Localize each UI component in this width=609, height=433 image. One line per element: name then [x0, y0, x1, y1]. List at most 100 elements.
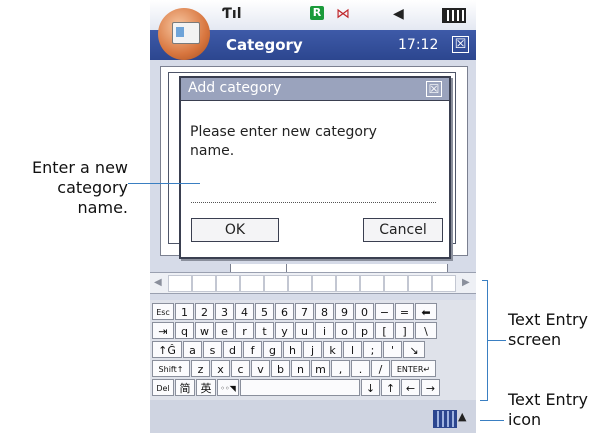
key[interactable]: −	[375, 303, 394, 320]
key[interactable]: u	[295, 322, 314, 339]
category-name-input[interactable]	[191, 202, 436, 203]
key[interactable]: 6	[275, 303, 294, 320]
key[interactable]: ◦◦◥	[217, 379, 239, 396]
text-entry-icon[interactable]	[433, 410, 457, 428]
leader-line	[488, 340, 506, 341]
candidate-cell[interactable]	[240, 275, 264, 292]
candidate-cell[interactable]	[360, 275, 384, 292]
key[interactable]: m	[311, 360, 330, 377]
annotation-text-entry-screen: Text Entry screen	[508, 310, 588, 350]
key[interactable]: 5	[255, 303, 274, 320]
key[interactable]: \	[415, 322, 437, 339]
key[interactable]: 3	[215, 303, 234, 320]
key[interactable]: b	[271, 360, 290, 377]
key[interactable]: ;	[363, 341, 382, 358]
dialog-title: Add category	[188, 80, 282, 96]
key[interactable]: 4	[235, 303, 254, 320]
key[interactable]: q	[175, 322, 194, 339]
candidate-cell[interactable]	[336, 275, 360, 292]
candidate-strip[interactable]: ◀ ▶	[150, 272, 476, 294]
key[interactable]: 2	[195, 303, 214, 320]
leader-line	[128, 183, 200, 184]
key[interactable]: p	[355, 322, 374, 339]
key[interactable]: →	[421, 379, 440, 396]
candidate-cell[interactable]	[408, 275, 432, 292]
key[interactable]: h	[283, 341, 302, 358]
key[interactable]: /	[371, 360, 390, 377]
key[interactable]: w	[195, 322, 214, 339]
key[interactable]: '	[383, 341, 402, 358]
key[interactable]: Esc	[152, 303, 174, 320]
annotation-line: screen	[508, 330, 562, 349]
bottom-bar	[150, 400, 476, 433]
key[interactable]: i	[315, 322, 334, 339]
key[interactable]: e	[215, 322, 234, 339]
annotation-line: name.	[77, 198, 128, 217]
key[interactable]: ↑Ĝ	[152, 341, 182, 358]
candidate-cell[interactable]	[312, 275, 336, 292]
ok-button[interactable]: OK	[191, 218, 279, 242]
key[interactable]: ⇥	[152, 322, 174, 339]
key[interactable]: x	[211, 360, 230, 377]
key[interactable]: ENTER↵	[391, 360, 436, 377]
key[interactable]: 1	[175, 303, 194, 320]
key[interactable]: ]	[395, 322, 414, 339]
candidate-cell[interactable]	[168, 275, 192, 292]
key[interactable]: ←	[401, 379, 420, 396]
key[interactable]: 简	[175, 379, 195, 396]
key[interactable]: l	[343, 341, 362, 358]
text-entry-keyboard: Esc 1 2 3 4 5 6 7 8 9 0− = ⬅ ⇥ q w e r t y u i o p[] \ ↑Ĝ a s d f g h j k…	[150, 300, 476, 400]
candidate-cell[interactable]	[216, 275, 240, 292]
annotation-line: icon	[508, 410, 542, 429]
key[interactable]: 8	[315, 303, 334, 320]
dialog-close-button[interactable]: ☒	[426, 81, 442, 97]
key[interactable]: Del	[152, 379, 174, 396]
key[interactable]: ↑	[381, 379, 400, 396]
battery-icon	[442, 8, 466, 23]
key[interactable]: d	[223, 341, 242, 358]
key[interactable]: c	[231, 360, 250, 377]
key[interactable]: t	[255, 322, 274, 339]
scroll-left-icon[interactable]: ◀	[154, 277, 162, 288]
key[interactable]: n	[291, 360, 310, 377]
key[interactable]: ⬅	[415, 303, 437, 320]
key[interactable]: 9	[335, 303, 354, 320]
candidate-cell[interactable]	[432, 275, 456, 292]
key[interactable]: ↓	[361, 379, 380, 396]
volume-icon[interactable]: ◀	[393, 6, 404, 22]
key[interactable]: =	[395, 303, 414, 320]
annotation-line: Enter a new	[32, 158, 128, 177]
candidate-cell[interactable]	[192, 275, 216, 292]
keyboard-row: ⇥ q w e r t y u i o p[] \	[152, 321, 438, 340]
key[interactable]: .	[351, 360, 370, 377]
key[interactable]: k	[323, 341, 342, 358]
key[interactable]: s	[203, 341, 222, 358]
key[interactable]: f	[243, 341, 262, 358]
cancel-button[interactable]: Cancel	[363, 218, 443, 242]
scroll-right-icon[interactable]: ▶	[462, 277, 470, 288]
key[interactable]: g	[263, 341, 282, 358]
key[interactable]: o	[335, 322, 354, 339]
key[interactable]: a	[183, 341, 202, 358]
key[interactable]: r	[235, 322, 254, 339]
key[interactable]: 0	[355, 303, 374, 320]
key[interactable]: y	[275, 322, 294, 339]
key[interactable]: 英	[196, 379, 216, 396]
candidate-cell[interactable]	[288, 275, 312, 292]
close-app-button[interactable]: ☒	[452, 36, 469, 53]
candidate-cell[interactable]	[264, 275, 288, 292]
key[interactable]: z	[191, 360, 210, 377]
annotation-line: category	[57, 178, 128, 197]
key[interactable]: Shift↑	[152, 360, 190, 377]
key[interactable]: [	[375, 322, 394, 339]
key[interactable]: ,	[331, 360, 350, 377]
key[interactable]: j	[303, 341, 322, 358]
key[interactable]	[240, 379, 360, 396]
candidate-cell[interactable]	[384, 275, 408, 292]
key[interactable]: v	[251, 360, 270, 377]
key[interactable]: 7	[295, 303, 314, 320]
clock: 17:12	[398, 37, 439, 53]
key[interactable]: ↘	[403, 341, 425, 358]
r-badge-icon: R	[310, 6, 324, 20]
toggle-up-icon[interactable]: ▲	[458, 410, 466, 423]
